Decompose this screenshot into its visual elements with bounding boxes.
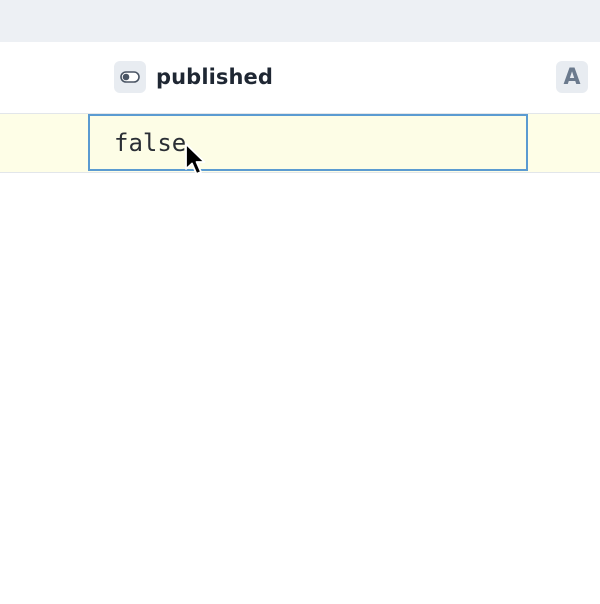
column-header-published[interactable]: published <box>114 61 273 93</box>
table-row: false <box>0 114 600 173</box>
text-type-icon: A <box>556 61 588 93</box>
toolbar <box>0 0 600 42</box>
published-cell-editor[interactable]: false <box>88 114 528 171</box>
column-header-text[interactable]: A <box>556 61 598 93</box>
column-title: published <box>156 65 274 89</box>
table-header-row: published A <box>0 42 600 114</box>
toggle-icon <box>114 61 146 93</box>
table-view: published A false <box>0 0 600 604</box>
